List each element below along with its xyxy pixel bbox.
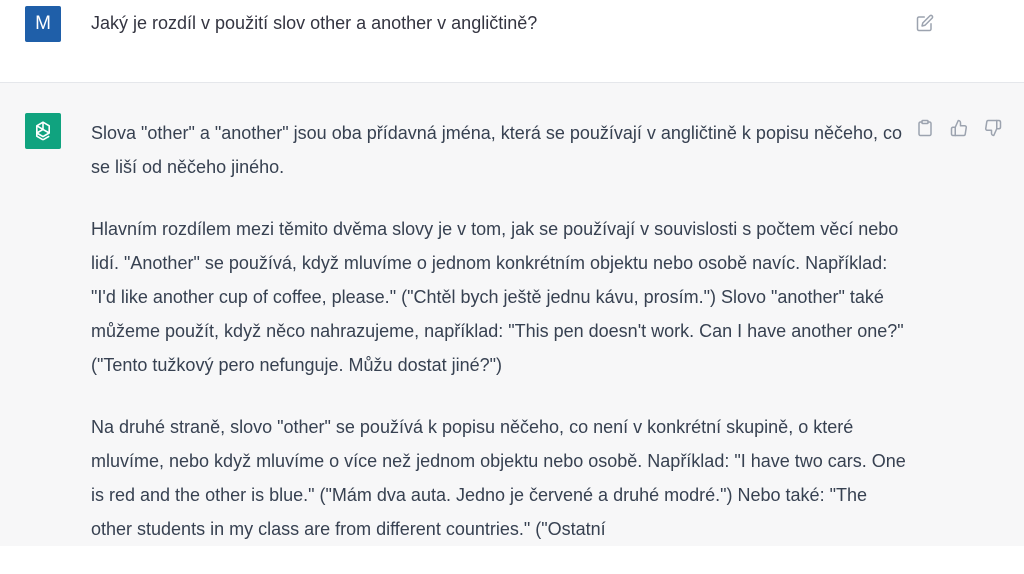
dislike-button[interactable] bbox=[982, 117, 1004, 139]
user-message-row: M Jaký je rozdíl v použití slov other a … bbox=[0, 0, 1024, 83]
user-message-text: Jaký je rozdíl v použití slov other a an… bbox=[91, 13, 538, 33]
clipboard-icon bbox=[916, 119, 934, 137]
answer-paragraph-2: Hlavním rozdílem mezi těmito dvěma slovy… bbox=[91, 219, 904, 375]
assistant-avatar bbox=[25, 113, 61, 149]
user-avatar-letter: M bbox=[35, 13, 51, 34]
thumbs-up-icon bbox=[950, 119, 968, 137]
openai-logo-icon bbox=[31, 119, 55, 143]
assistant-message-row: Slova "other" a "another" jsou oba přída… bbox=[0, 83, 1024, 546]
copy-button[interactable] bbox=[914, 117, 936, 139]
edit-button[interactable] bbox=[914, 12, 936, 34]
answer-paragraph-3: Na druhé straně, slovo "other" se použív… bbox=[91, 417, 906, 539]
assistant-message-text: Slova "other" a "another" jsou oba přída… bbox=[91, 116, 906, 574]
user-avatar: M bbox=[25, 6, 61, 42]
answer-paragraph-1: Slova "other" a "another" jsou oba přída… bbox=[91, 123, 903, 177]
like-button[interactable] bbox=[948, 117, 970, 139]
thumbs-down-icon bbox=[984, 119, 1002, 137]
message-actions bbox=[914, 117, 1004, 139]
edit-icon bbox=[916, 14, 934, 32]
